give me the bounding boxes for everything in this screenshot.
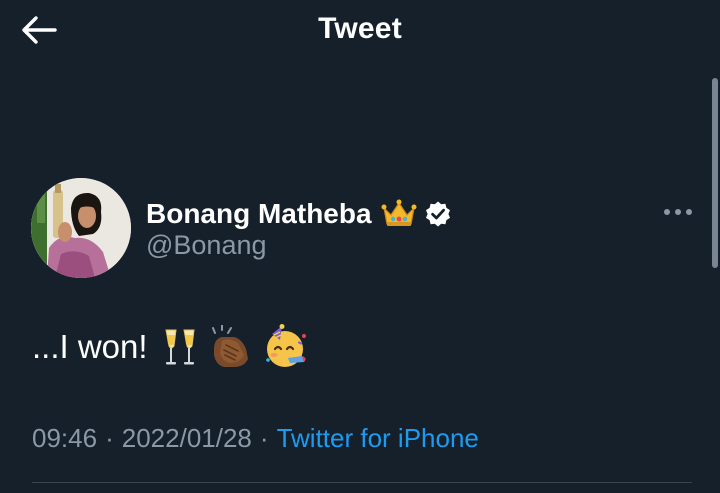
tweet-text: ...I won! — [32, 328, 148, 365]
tweet-meta: 09:46 · 2022/01/28 · Twitter for iPhone — [32, 423, 479, 454]
clapping-hands-icon — [211, 325, 248, 367]
meta-separator: · — [259, 423, 269, 453]
author-name-row[interactable]: Bonang Matheba — [146, 194, 452, 234]
avatar[interactable] — [31, 178, 131, 278]
page-title: Tweet — [318, 12, 402, 45]
more-options-button[interactable] — [656, 198, 700, 226]
tweet-emojis — [162, 324, 310, 370]
partying-face-icon — [265, 324, 306, 367]
top-bar: Tweet — [0, 0, 720, 62]
divider — [32, 482, 692, 483]
verified-badge-icon — [424, 200, 452, 228]
tweet-time: 09:46 — [32, 423, 98, 453]
profile-photo — [31, 178, 131, 278]
tweet-body: ...I won! — [32, 322, 310, 372]
more-options-icon — [664, 209, 692, 215]
author-handle[interactable]: @Bonang — [146, 230, 267, 261]
tweet-date: 2022/01/28 — [121, 423, 252, 453]
clinking-glasses-icon — [164, 329, 195, 365]
author-name[interactable]: Bonang Matheba — [146, 198, 372, 230]
tweet-source-link[interactable]: Twitter for iPhone — [277, 423, 479, 453]
scrollbar[interactable] — [712, 78, 718, 268]
crown-icon — [381, 199, 417, 229]
meta-separator: · — [105, 423, 114, 453]
